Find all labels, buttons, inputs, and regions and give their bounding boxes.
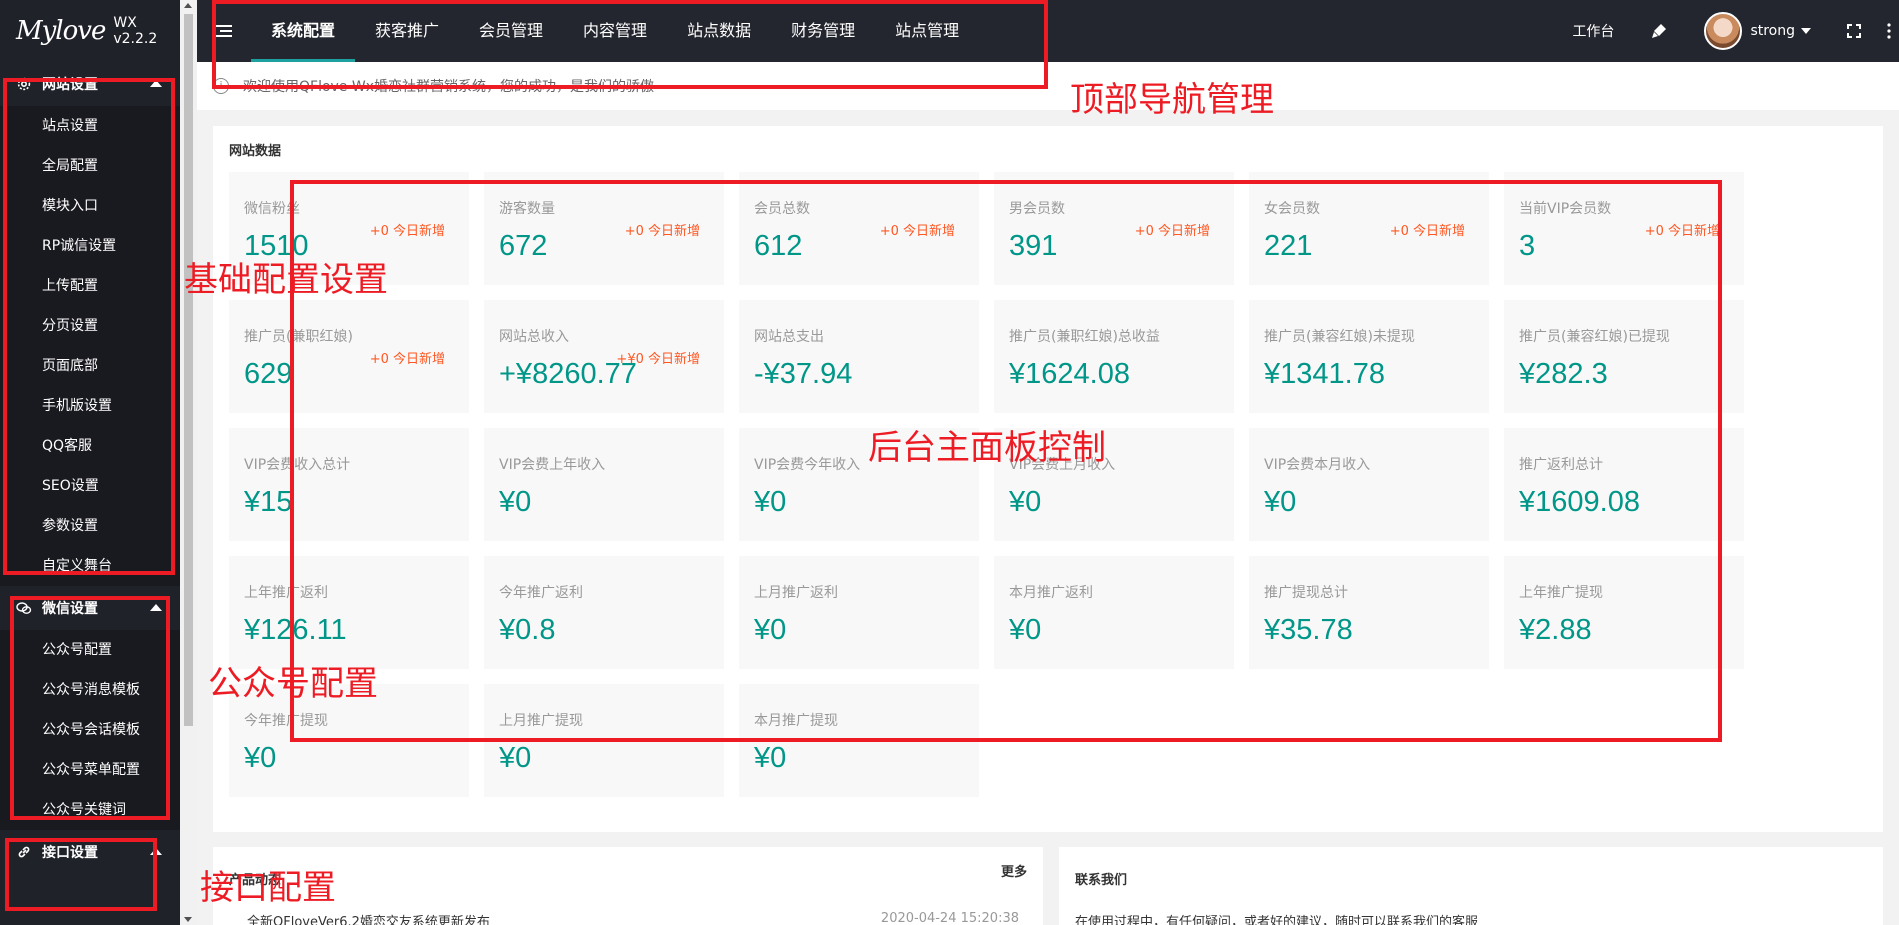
news-panel: 产品动态 更多 全新QFloveVer6.2婚恋交友系统更新发布 2020-04… [213,847,1043,925]
contact-panel: 联系我们 在使用过程中，有任何疑问，或者好的建议，随时可以联系我们的客服 [1059,847,1883,925]
contact-text: 在使用过程中，有任何疑问，或者好的建议，随时可以联系我们的客服 [1075,915,1479,925]
stat-value: 629 [244,358,293,390]
top-right-tools: 工作台 strong [1554,0,1899,62]
news-date: 2020-04-24 15:20:38 [880,911,1019,925]
username: strong [1750,23,1795,39]
chevron-down-icon [1801,28,1811,34]
more-icon[interactable] [1879,0,1899,62]
avatar [1704,12,1743,50]
annotation-label-wechat: 公众号配置 [208,664,378,704]
news-item[interactable]: 全新QFloveVer6.2婚恋交友系统更新发布 [247,911,490,925]
news-more-link[interactable]: 更多 [1001,861,1027,880]
scroll-down-icon[interactable] [184,917,192,922]
annotation-box-wechat [10,596,170,820]
workbench-link[interactable]: 工作台 [1554,0,1632,62]
scroll-up-icon[interactable] [184,3,192,8]
logo[interactable]: Mylove WX v2.2.2 [0,0,180,62]
stat-value: ¥0 [499,742,532,774]
annotation-box-api [5,838,157,911]
user-menu[interactable]: strong [1686,0,1829,62]
annotation-label-main-panel: 后台主面板控制 [868,428,1106,468]
annotation-label-api: 接口配置 [200,868,336,908]
panel-title: 网站数据 [229,144,282,159]
logo-mark: Mylove [16,16,106,46]
scroll-thumb[interactable] [184,14,193,726]
brush-icon[interactable] [1632,0,1686,62]
stat-value: ¥0 [754,742,787,774]
sidebar-scrollbar[interactable] [180,0,197,925]
annotation-box-basic-config [3,78,175,575]
annotation-label-top-nav: 顶部导航管理 [1070,80,1274,120]
fullscreen-icon[interactable] [1829,0,1879,62]
annotation-box-top-nav [212,0,1048,89]
app-version: WX v2.2.2 [113,15,158,47]
stat-value: ¥0 [244,742,277,774]
stat-value: ¥15 [244,486,293,518]
contact-title: 联系我们 [1075,873,1128,888]
